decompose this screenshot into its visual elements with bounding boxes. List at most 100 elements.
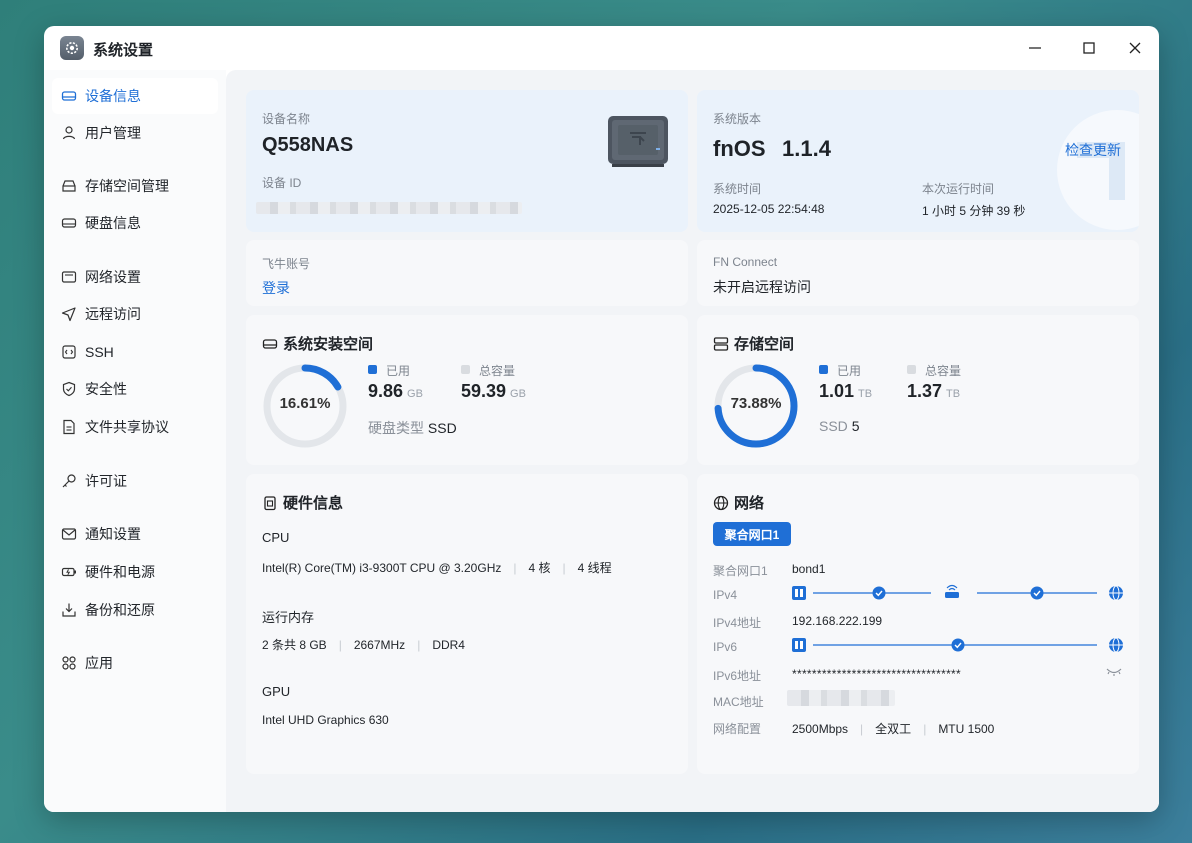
close-icon (1129, 42, 1141, 54)
cpu-info: Intel(R) Core(TM) i3-9300T CPU @ 3.20GHz… (262, 561, 612, 575)
storage-icon (62, 180, 76, 192)
maximize-button[interactable] (1076, 36, 1102, 60)
ipv4-address-label: IPv4地址 (713, 616, 762, 630)
system-storage-title: 系统安装空间 (262, 333, 373, 354)
uptime: 1 小时 5 分钟 39 秒 (922, 204, 1026, 218)
storage-percent: 73.88% (730, 395, 782, 412)
sidebar-item-remote[interactable]: 远程访问 (52, 296, 218, 332)
used-legend-dot (819, 365, 828, 374)
gpu-label: GPU (262, 684, 291, 699)
sidebar-item-label: 安全性 (85, 381, 127, 397)
system-time-label: 系统时间 (713, 182, 762, 196)
total-legend-dot (461, 365, 470, 374)
mac-address-value (787, 690, 895, 706)
storage-stack-icon (713, 336, 729, 351)
hdd-icon (262, 338, 278, 349)
sidebar-item-label: 文件共享协议 (85, 419, 169, 435)
account-card: 飞牛账号 登录 (246, 240, 688, 306)
globe-icon (713, 495, 729, 510)
ipv6-label: IPv6 (713, 640, 738, 654)
total-legend-dot (907, 365, 916, 374)
sidebar-item-label: 硬件和电源 (85, 564, 155, 580)
sidebar-item-label: 备份和还原 (85, 602, 155, 618)
disk-type: 硬盘类型 SSD (368, 420, 457, 436)
sidebar-item-label: 设备信息 (85, 88, 141, 104)
sidebar-item-network[interactable]: 网络设置 (52, 259, 218, 295)
key-icon (62, 474, 76, 488)
system-storage-card: 系统安装空间 16.61% 已用 9.86 GB 总容量 59.39 GB 硬盘类型… (246, 315, 688, 465)
sidebar-item-ssh[interactable]: SSH (52, 334, 218, 370)
bond-tab[interactable]: 聚合网口1 (713, 522, 791, 546)
mail-icon (61, 528, 77, 540)
net-config-value: 2500Mbps | 全双工 | MTU 1500 (792, 722, 995, 736)
network-icon (61, 271, 77, 283)
fn-connect-status: 未开启远程访问 (713, 279, 811, 295)
sidebar-item-notifications[interactable]: 通知设置 (52, 516, 218, 552)
system-version-label: 系统版本 (713, 112, 762, 126)
maximize-icon (1083, 42, 1095, 54)
total-label: 总容量 (925, 364, 962, 378)
sidebar-item-label: 硬盘信息 (85, 215, 141, 231)
account-label: 飞牛账号 (262, 257, 311, 271)
hardware-title: 硬件信息 (262, 492, 343, 513)
settings-app-icon (60, 36, 84, 60)
hdd-icon (61, 91, 77, 101)
ipv6-address: ********************************** (792, 667, 961, 681)
net-config-label: 网络配置 (713, 722, 762, 736)
sidebar-item-apps[interactable]: 应用 (52, 645, 218, 681)
system-time: 2025-12-05 22:54:48 (713, 202, 825, 216)
used-label: 已用 (386, 364, 411, 378)
storage-title: 存储空间 (713, 333, 794, 354)
sidebar-item-label: 远程访问 (85, 306, 141, 322)
sidebar-item-label: 存储空间管理 (85, 178, 169, 194)
sidebar-item-power[interactable]: 硬件和电源 (52, 554, 218, 590)
device-name-label: 设备名称 (262, 112, 311, 126)
hardware-title-text: 硬件信息 (283, 495, 344, 512)
system-total-value: 59.39 GB (461, 381, 526, 401)
eye-closed-icon[interactable] (1105, 666, 1123, 678)
close-button[interactable] (1122, 36, 1148, 60)
used-legend-dot (368, 365, 377, 374)
sidebar-item-label: 通知设置 (85, 526, 141, 542)
storage-title-text: 存储空间 (734, 336, 795, 353)
main-content: 设备名称 Q558NAS 设备 ID 系统版本 fnOS 1.1.4 检查更新 (226, 70, 1159, 812)
system-used-value: 9.86 GB (368, 381, 423, 401)
sidebar-item-backup[interactable]: 备份和还原 (52, 592, 218, 628)
uptime-label: 本次运行时间 (922, 182, 995, 196)
title-bar: 系统设置 (44, 26, 1159, 70)
sidebar-item-storage[interactable]: 存储空间管理 (52, 168, 218, 204)
used-label: 已用 (837, 364, 862, 378)
device-card: 设备名称 Q558NAS 设备 ID (246, 90, 688, 232)
check-update-link[interactable]: 检查更新 (1065, 140, 1121, 160)
hardware-card: 硬件信息 CPU Intel(R) Core(TM) i3-9300T CPU … (246, 474, 688, 774)
mac-label: MAC地址 (713, 695, 764, 709)
ipv4-address: 192.168.222.199 (792, 614, 883, 628)
iface-label: 聚合网口1 (713, 564, 768, 578)
ipv4-label: IPv4 (713, 588, 738, 602)
total-label: 总容量 (479, 364, 516, 378)
ram-info: 2 条共 8 GB | 2667MHz | DDR4 (262, 638, 465, 652)
sidebar: 设备信息 用户管理 存储空间管理 硬盘信息 网络设置 远程访问 SSH 安全性 (44, 70, 226, 812)
sidebar-item-label: 用户管理 (85, 125, 141, 141)
login-link[interactable]: 登录 (262, 278, 290, 298)
sidebar-item-file-sharing[interactable]: 文件共享协议 (52, 409, 218, 445)
network-card: 网络 聚合网口1 聚合网口1 bond1 IPv4 IPv4地址 192.168… (697, 474, 1139, 774)
ipv6-address-label: IPv6地址 (713, 669, 762, 683)
gpu-info: Intel UHD Graphics 630 (262, 713, 389, 727)
minimize-button[interactable] (1022, 36, 1048, 60)
device-name: Q558NAS (262, 134, 354, 156)
battery-icon (61, 567, 76, 577)
storage-total-value: 1.37 TB (907, 381, 961, 401)
fn-connect-card: FN Connect 未开启远程访问 (697, 240, 1139, 306)
fn-connect-label: FN Connect (713, 255, 778, 269)
sidebar-item-disks[interactable]: 硬盘信息 (52, 205, 218, 241)
sidebar-item-license[interactable]: 许可证 (52, 463, 218, 499)
iface-value: bond1 (792, 562, 826, 576)
device-id-value (256, 202, 522, 214)
settings-window: 系统设置 设备信息 用户管理 存储空间管理 硬盘信息 网络设置 远程访问 SSH… (44, 26, 1159, 812)
sidebar-item-security[interactable]: 安全性 (52, 371, 218, 407)
sidebar-item-users[interactable]: 用户管理 (52, 115, 218, 151)
user-icon (62, 126, 76, 140)
system-storage-title-text: 系统安装空间 (283, 336, 374, 353)
sidebar-item-device-info[interactable]: 设备信息 (52, 78, 218, 114)
